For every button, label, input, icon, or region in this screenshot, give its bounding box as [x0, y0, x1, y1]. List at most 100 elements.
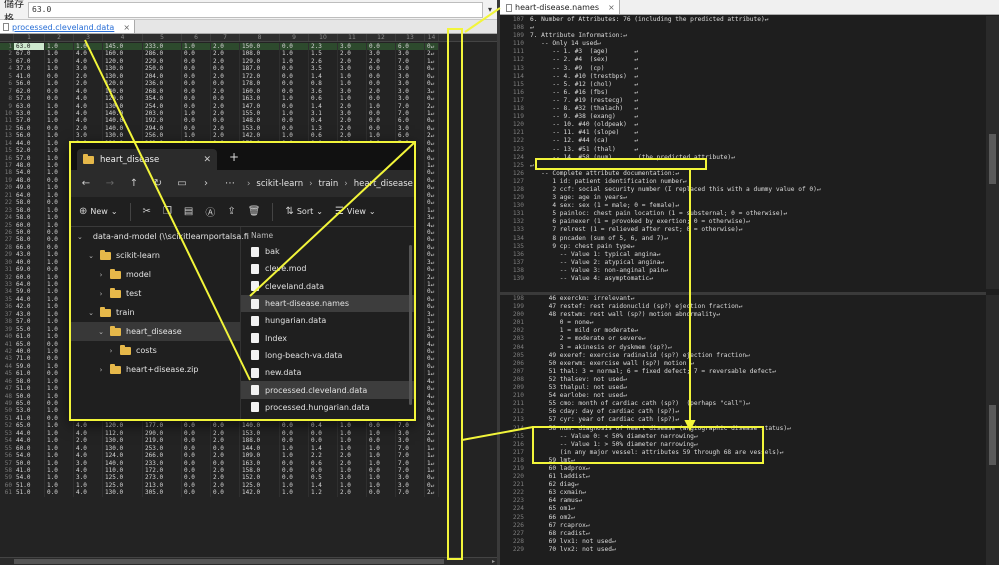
table-cell[interactable]: 140.0	[103, 124, 143, 133]
tree-item[interactable]: › costs	[71, 341, 240, 360]
table-cell[interactable]: 1↵	[425, 206, 439, 215]
table-cell[interactable]: 1.0	[45, 422, 74, 430]
table-cell[interactable]: 7.0	[396, 109, 425, 118]
table-cell[interactable]: 125.0	[103, 474, 143, 482]
table-cell[interactable]: 0.0	[45, 87, 74, 96]
table-row[interactable]: 8 57.0 0.0 4.0 120.0 354.0 0.0 0.0 163.0 1.0 0.6 1.…	[0, 95, 497, 103]
table-cell[interactable]: 0.0	[280, 422, 309, 430]
column-header-name[interactable]: Name	[241, 227, 414, 243]
table-cell[interactable]: 57.0	[14, 117, 45, 125]
table-cell[interactable]: 0.0	[280, 429, 309, 438]
tree-item[interactable]: › test	[71, 284, 240, 303]
table-cell[interactable]: 112.0	[103, 429, 143, 438]
table-row[interactable]: 58 41.0 1.0 4.0 110.0 172.0 0.0 2.0 158.0 0.0 0.0 1…	[0, 466, 497, 475]
table-cell[interactable]: 1.0	[182, 109, 211, 118]
breadcrumb-item[interactable]: scikit-learn	[256, 179, 303, 189]
code-line[interactable]: 224 65 om1↵	[500, 505, 986, 513]
code-line[interactable]: 137 -- Value 2: atypical angina↵	[500, 259, 986, 267]
table-cell[interactable]: 155.0	[240, 109, 280, 118]
up-icon[interactable]: ↑	[127, 178, 141, 189]
table-cell[interactable]: 153.0	[240, 429, 280, 438]
close-icon[interactable]: ✕	[203, 155, 211, 165]
table-cell[interactable]: 56.0	[14, 80, 45, 88]
chevron-down-icon[interactable]: ⌄	[87, 252, 95, 260]
table-cell[interactable]: 0↵	[425, 243, 439, 252]
table-cell[interactable]: 43.0	[14, 310, 45, 319]
table-cell[interactable]: 0.0	[211, 95, 240, 103]
table-cell[interactable]: 58.0	[14, 199, 45, 207]
chevron-down-icon[interactable]: ⌄	[77, 233, 83, 241]
code-line[interactable]: 110 -- Only 14 used↵	[500, 40, 986, 48]
table-cell[interactable]: 0.0	[211, 80, 240, 88]
breadcrumb-item[interactable]: heart_disease	[354, 179, 413, 189]
table-cell[interactable]: 0↵	[425, 251, 439, 259]
table-cell[interactable]: 130.0	[103, 72, 143, 81]
table-cell[interactable]: 0.0	[45, 124, 74, 133]
table-cell[interactable]: 48.0	[14, 176, 45, 185]
table-cell[interactable]: 58.0	[14, 206, 45, 215]
table-cell[interactable]: 0.0	[280, 466, 309, 475]
table-cell[interactable]: 2.0	[211, 124, 240, 133]
table-cell[interactable]: 1.3	[309, 124, 338, 133]
table-cell[interactable]: 120.0	[103, 95, 143, 103]
table-row[interactable]: 4 37.0 1.0 3.0 130.0 250.0 0.0 0.0 187.0 0.0 3.5 3.…	[0, 65, 497, 73]
formula-input[interactable]: 63.0	[28, 1, 483, 18]
table-cell[interactable]: 125.0	[103, 481, 143, 490]
table-cell[interactable]: 108.0	[240, 50, 280, 58]
table-cell[interactable]: 294.0	[143, 124, 182, 133]
table-row[interactable]: 13 56.0 1.0 3.0 130.0 256.0 1.0 2.0 142.0 1.0 0.6 2…	[0, 132, 497, 140]
code-line[interactable]: 120 -- 10. #40 (oldpeak) ↵	[500, 121, 986, 129]
code-line[interactable]: 223 64 ramus↵	[500, 497, 986, 505]
table-cell[interactable]: 0.0	[280, 474, 309, 482]
table-cell[interactable]: 0↵	[425, 184, 439, 192]
table-cell[interactable]: 0↵	[425, 333, 439, 341]
table-cell[interactable]: 140.0	[103, 117, 143, 125]
tree-item[interactable]: › heart+disease.zip	[71, 360, 240, 379]
table-cell[interactable]: 4.0	[74, 102, 103, 110]
table-cell[interactable]: 37.0	[14, 65, 45, 73]
table-cell[interactable]: 0.6	[309, 132, 338, 140]
table-cell[interactable]: 7.0	[396, 102, 425, 110]
table-cell[interactable]: 130.0	[103, 437, 143, 445]
table-cell[interactable]: 0.0	[211, 459, 240, 467]
column-header[interactable]: 6	[182, 34, 211, 41]
table-cell[interactable]: 0.6	[309, 95, 338, 103]
table-cell[interactable]: 1↵	[425, 57, 439, 66]
table-cell[interactable]: 2.0	[338, 102, 367, 110]
table-cell[interactable]: 1.0	[338, 466, 367, 475]
code-line[interactable]: 198 46 exerckm: irrelevant↵	[500, 295, 986, 303]
table-cell[interactable]: 1.0	[338, 429, 367, 438]
table-cell[interactable]: 0.0	[309, 429, 338, 438]
table-cell[interactable]: 51.0	[14, 385, 45, 393]
table-cell[interactable]: 0.0	[211, 65, 240, 73]
table-cell[interactable]: 2.0	[338, 459, 367, 467]
table-cell[interactable]: 61.0	[14, 370, 45, 378]
code-line[interactable]: 112 -- 2. #4 (sex) ↵	[500, 56, 986, 64]
table-cell[interactable]: 67.0	[14, 57, 45, 66]
table-cell[interactable]: 1.0	[280, 489, 309, 497]
editor-pane-bottom[interactable]: 198 46 exerckm: irrelevant↵ 199 47 restef…	[500, 292, 986, 565]
table-cell[interactable]: 66.0	[14, 243, 45, 252]
tree-item[interactable]: › model	[71, 265, 240, 284]
table-cell[interactable]: 0↵	[425, 228, 439, 237]
table-cell[interactable]: 2.0	[211, 437, 240, 445]
table-cell[interactable]: 2.2	[309, 452, 338, 460]
code-line[interactable]: 133 7 relrest (1 = relieved after rest; …	[500, 226, 986, 234]
table-cell[interactable]: 2.0	[338, 132, 367, 140]
cut-icon[interactable]: ✂	[143, 206, 151, 217]
table-cell[interactable]: 0.0	[45, 95, 74, 103]
table-cell[interactable]: 50.0	[14, 392, 45, 400]
table-cell[interactable]: 3.0	[396, 72, 425, 81]
table-cell[interactable]: 144.0	[240, 444, 280, 453]
code-line[interactable]: 130 4 sex: sex (1 = male; 0 = female)↵	[500, 202, 986, 210]
code-line[interactable]: 222 63 cxmain↵	[500, 489, 986, 497]
table-cell[interactable]: 2.0	[74, 72, 103, 81]
table-cell[interactable]: 1.0	[45, 474, 74, 482]
table-cell[interactable]: 0.0	[280, 80, 309, 88]
column-header[interactable]: 1	[14, 34, 45, 41]
table-cell[interactable]: 41.0	[14, 414, 45, 423]
file-item[interactable]: Index	[241, 329, 414, 346]
table-cell[interactable]: 0.0	[182, 489, 211, 497]
scroll-thumb[interactable]	[989, 134, 996, 184]
table-cell[interactable]: 1.0	[280, 95, 309, 103]
